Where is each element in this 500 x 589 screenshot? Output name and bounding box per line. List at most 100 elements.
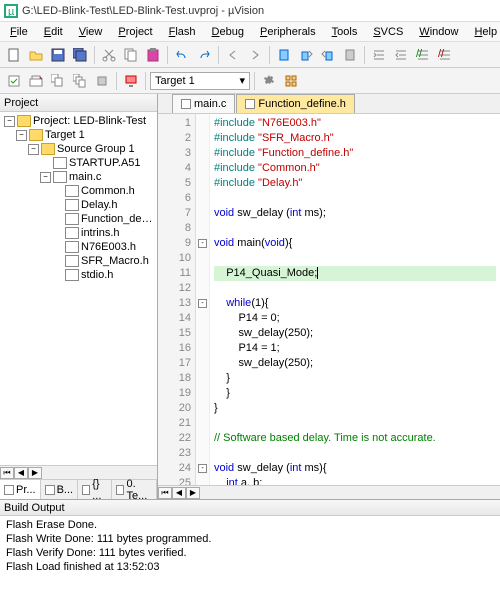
editor-scroll: ⏮ ◀ ▶ [158,485,500,499]
tree-toggle-icon[interactable]: − [4,116,15,127]
fold-toggle-icon[interactable]: - [198,239,207,248]
nav-back-icon[interactable] [223,45,243,65]
translate-icon[interactable] [4,71,24,91]
tab-icon [45,485,55,495]
redo-icon[interactable] [194,45,214,65]
bookmark-prev-icon[interactable] [296,45,316,65]
menu-file[interactable]: File [2,24,36,40]
scroll-first-icon[interactable]: ⏮ [158,487,172,499]
save-all-icon[interactable] [70,45,90,65]
tab-icon [4,485,14,495]
fold-toggle-icon[interactable]: - [198,299,207,308]
tree-header[interactable]: intrins.h [2,226,155,240]
batch-build-icon[interactable] [70,71,90,91]
file-icon [65,255,79,267]
tree-toggle-icon[interactable]: − [16,130,27,141]
tree-header[interactable]: Function_de… [2,212,155,226]
window-title: G:\LED-Blink-Test\LED-Blink-Test.uvproj … [22,5,264,17]
tree-target[interactable]: −Target 1 [2,128,155,142]
tree-file[interactable]: STARTUP.A51 [2,156,155,170]
scroll-prev-icon[interactable]: ◀ [14,467,28,479]
tab-icon [116,485,124,495]
save-icon[interactable] [48,45,68,65]
bookmark-icon[interactable] [274,45,294,65]
new-file-icon[interactable] [4,45,24,65]
panel-tab[interactable]: Pr... [0,480,41,499]
file-icon [65,213,79,225]
folder-icon [17,115,31,127]
fold-column: ---- [196,114,210,485]
scroll-next-icon[interactable]: ▶ [186,487,200,499]
code-content[interactable]: #include "N76E003.h"#include "SFR_Macro.… [210,114,500,485]
tree-header[interactable]: Common.h [2,184,155,198]
target-name: Target 1 [155,75,195,87]
comment-icon[interactable]: // [413,45,433,65]
tree-header[interactable]: N76E003.h [2,240,155,254]
bookmark-clear-icon[interactable] [340,45,360,65]
fold-toggle-icon[interactable]: - [198,464,207,473]
build-output-panel: Build Output Flash Erase Done.Flash Writ… [0,499,500,589]
menu-debug[interactable]: Debug [204,24,252,40]
tree-file[interactable]: −main.c [2,170,155,184]
menu-flash[interactable]: Flash [161,24,204,40]
code-editor[interactable]: 1234567891011121314151617181920212223242… [158,114,500,485]
tree-toggle-icon[interactable]: − [40,172,51,183]
main-area: Project −Project: LED-Blink-Test−Target … [0,94,500,499]
outdent-icon[interactable] [391,45,411,65]
scroll-prev-icon[interactable]: ◀ [172,487,186,499]
menu-project[interactable]: Project [110,24,160,40]
bookmark-next-icon[interactable] [318,45,338,65]
menu-svcs[interactable]: SVCS [365,24,411,40]
nav-fwd-icon[interactable] [245,45,265,65]
undo-icon[interactable] [172,45,192,65]
file-icon [181,99,191,109]
scroll-next-icon[interactable]: ▶ [28,467,42,479]
file-icon [65,199,79,211]
scroll-first-icon[interactable]: ⏮ [0,467,14,479]
stop-build-icon[interactable] [92,71,112,91]
open-icon[interactable] [26,45,46,65]
project-panel-tabs: Pr...B...{} ...0. Te... [0,479,157,499]
tree-header[interactable]: stdio.h [2,268,155,282]
tree-source-group[interactable]: −Source Group 1 [2,142,155,156]
panel-tab[interactable]: {} ... [78,480,112,499]
tab-icon [82,485,90,495]
tree-header[interactable]: SFR_Macro.h [2,254,155,268]
file-icon [245,99,255,109]
uncomment-icon[interactable]: // [435,45,455,65]
menu-view[interactable]: View [71,24,111,40]
editor-tab[interactable]: Function_define.h [236,94,354,113]
tree-toggle-icon[interactable]: − [28,144,39,155]
tree-project-root[interactable]: −Project: LED-Blink-Test [2,114,155,128]
editor-tab[interactable]: main.c [172,94,235,113]
options-icon[interactable] [259,71,279,91]
toolbar-build: Target 1 ▾ [0,68,500,94]
manage-icon[interactable] [281,71,301,91]
copy-icon[interactable] [121,45,141,65]
tree-header[interactable]: Delay.h [2,198,155,212]
file-icon [65,185,79,197]
build-output-header: Build Output [0,500,500,516]
menu-edit[interactable]: Edit [36,24,71,40]
target-selector[interactable]: Target 1 ▾ [150,72,250,90]
menu-window[interactable]: Window [411,24,466,40]
indent-icon[interactable] [369,45,389,65]
panel-tab[interactable]: 0. Te... [112,480,157,499]
cut-icon[interactable] [99,45,119,65]
dropdown-icon: ▾ [239,74,245,87]
title-bar: µ G:\LED-Blink-Test\LED-Blink-Test.uvpro… [0,0,500,22]
menu-help[interactable]: Help [466,24,500,40]
svg-text://: // [438,48,445,60]
rebuild-icon[interactable] [48,71,68,91]
menu-bar: FileEditViewProjectFlashDebugPeripherals… [0,22,500,42]
download-icon[interactable] [121,71,141,91]
menu-tools[interactable]: Tools [324,24,366,40]
menu-peripherals[interactable]: Peripherals [252,24,324,40]
file-icon [65,269,79,281]
project-tree[interactable]: −Project: LED-Blink-Test−Target 1−Source… [0,112,157,465]
build-icon[interactable] [26,71,46,91]
panel-tab[interactable]: B... [41,480,79,499]
app-icon: µ [4,4,18,18]
build-output-content[interactable]: Flash Erase Done.Flash Write Done: 111 b… [0,516,500,589]
paste-icon[interactable] [143,45,163,65]
